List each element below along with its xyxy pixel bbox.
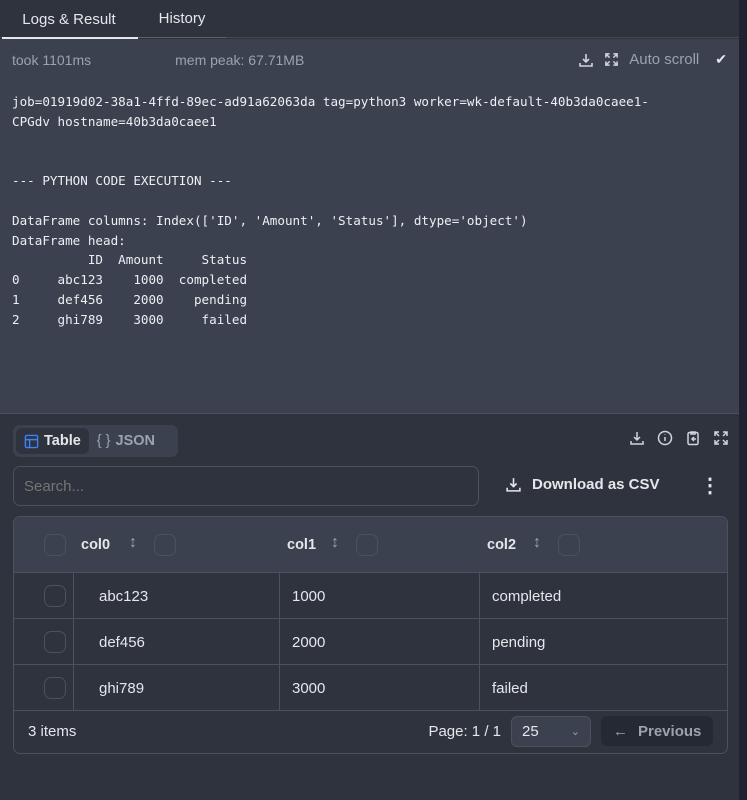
row-checkbox[interactable]	[44, 585, 66, 607]
sort-icon[interactable]: ↕	[129, 534, 137, 552]
table-cell: 2000	[279, 619, 325, 665]
column-header-col1[interactable]: col1	[287, 537, 316, 553]
previous-label: Previous	[638, 722, 702, 740]
table-cell: completed	[479, 573, 561, 619]
took-time: took 1101ms	[12, 51, 92, 68]
sort-icon[interactable]: ↕	[331, 534, 339, 552]
tab-bar: Logs & Result History	[0, 0, 739, 39]
table-view-label: Table	[44, 433, 81, 449]
page-size-select[interactable]: 25 ⌄	[511, 715, 591, 747]
row-checkbox[interactable]	[44, 631, 66, 653]
expand-icon[interactable]	[713, 430, 729, 446]
page-indicator: Page: 1 / 1	[428, 722, 501, 740]
download-icon[interactable]	[578, 52, 594, 68]
view-toggle: Table { } JSON	[13, 425, 178, 457]
data-table: col0 ↕ col1 ↕ col2 ↕ abc123 1000 complet…	[13, 516, 728, 754]
table-cell: abc123	[73, 573, 148, 619]
column-filter-toggle[interactable]	[154, 534, 176, 556]
table-cell: failed	[479, 665, 528, 711]
tab-logs-result[interactable]: Logs & Result	[0, 0, 138, 39]
previous-page-button[interactable]: ← Previous	[601, 716, 713, 746]
chevron-down-icon: ⌄	[570, 725, 580, 738]
auto-scroll-label: Auto scroll	[629, 51, 700, 68]
log-output: job=01919d02-38a1-4ffd-89ec-ad91a62063da…	[12, 94, 649, 327]
table-cell: pending	[479, 619, 545, 665]
table-cell: ghi789	[73, 665, 144, 711]
table-row[interactable]: abc123 1000 completed	[14, 573, 727, 619]
column-header-col0[interactable]: col0	[81, 537, 110, 553]
select-all-checkbox[interactable]	[44, 534, 66, 556]
result-actions	[629, 430, 729, 446]
expand-icon[interactable]	[604, 52, 619, 67]
table-row[interactable]: def456 2000 pending	[14, 619, 727, 665]
table-cell: def456	[73, 619, 145, 665]
more-options-icon[interactable]: ⋮	[700, 476, 720, 496]
download-csv-label: Download as CSV	[532, 476, 660, 493]
download-csv-button[interactable]: Download as CSV	[505, 476, 660, 493]
tab-history[interactable]: History	[138, 0, 226, 38]
table-row[interactable]: ghi789 3000 failed	[14, 665, 727, 711]
braces-icon: { }	[96, 433, 111, 449]
search-input[interactable]	[13, 466, 479, 506]
table-header: col0 ↕ col1 ↕ col2 ↕	[14, 517, 727, 573]
column-header-col2[interactable]: col2	[487, 537, 516, 553]
table-icon	[24, 434, 39, 448]
download-icon	[506, 478, 521, 492]
table-cell: 3000	[279, 665, 325, 711]
item-count: 3 items	[28, 722, 77, 740]
logs-panel: took 1101ms mem peak: 67.71MB Auto scrol…	[0, 39, 739, 414]
mem-peak: mem peak: 67.71MB	[175, 51, 305, 68]
row-checkbox[interactable]	[44, 677, 66, 699]
arrow-left-icon: ←	[613, 722, 628, 740]
page-size-value: 25	[522, 722, 539, 740]
table-footer: 3 items Page: 1 / 1 25 ⌄ ← Previous	[14, 709, 727, 753]
column-filter-toggle[interactable]	[356, 534, 378, 556]
clipboard-icon[interactable]	[685, 430, 701, 446]
json-view-button[interactable]: { } JSON	[89, 428, 163, 454]
download-icon[interactable]	[629, 430, 645, 446]
right-edge	[739, 0, 747, 800]
table-cell: 1000	[279, 573, 325, 619]
sort-icon[interactable]: ↕	[533, 534, 541, 552]
table-view-button[interactable]: Table	[16, 428, 89, 454]
json-view-label: JSON	[115, 433, 156, 449]
auto-scroll-check[interactable]: ✔	[715, 51, 727, 68]
info-icon[interactable]	[657, 430, 673, 446]
column-filter-toggle[interactable]	[558, 534, 580, 556]
